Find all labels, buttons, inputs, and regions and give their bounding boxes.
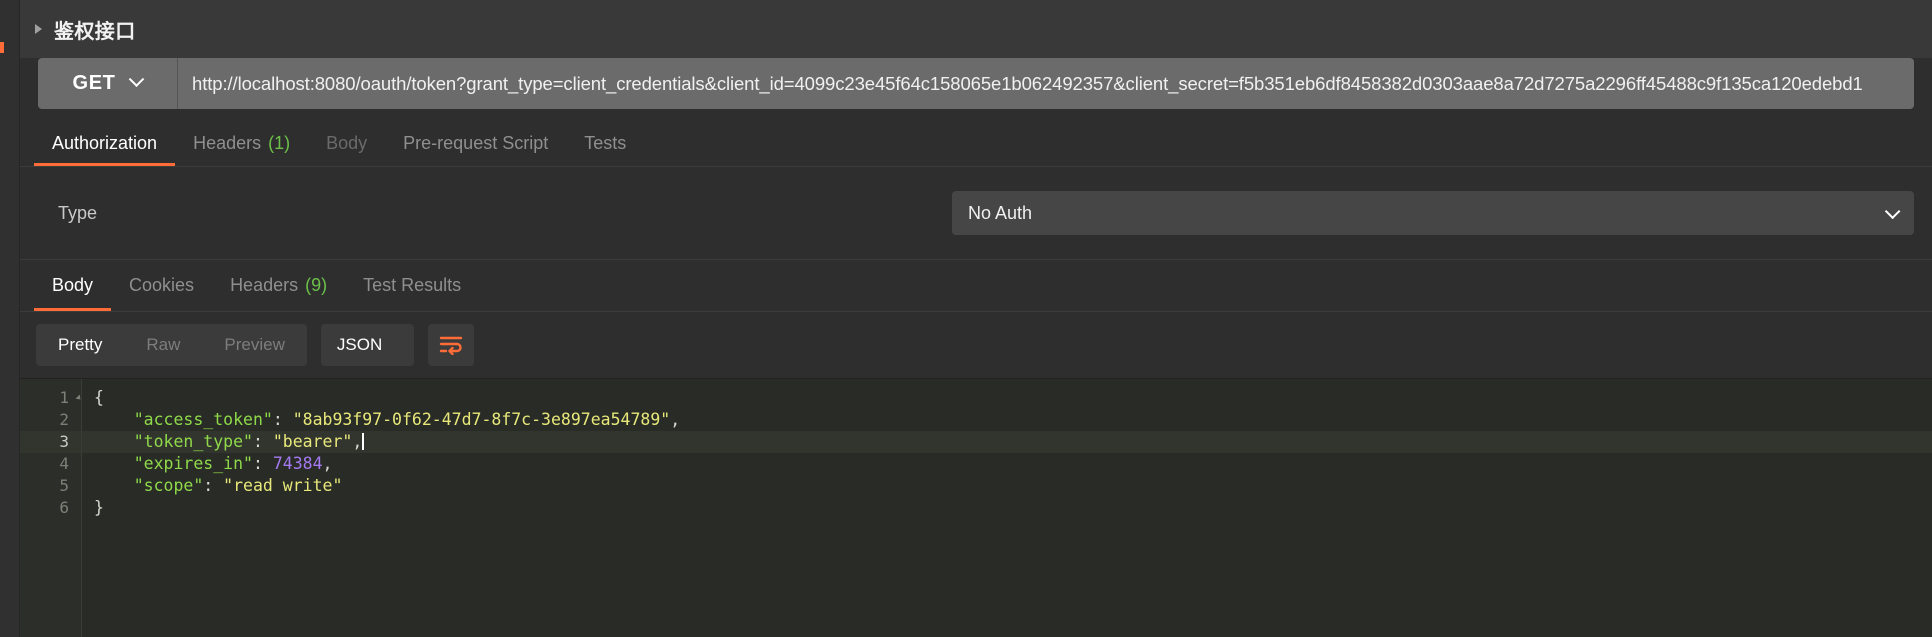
line-number-gutter: 123456: [20, 379, 83, 637]
main-content: 鉴权接口 GET http://localhost:8080/oauth/tok…: [20, 0, 1932, 637]
triangle-right-icon[interactable]: [35, 24, 42, 34]
line-number: 5: [59, 476, 69, 495]
line-number: 6: [59, 498, 69, 517]
url-input[interactable]: http://localhost:8080/oauth/token?grant_…: [178, 58, 1914, 109]
tab-body[interactable]: Body: [308, 120, 385, 166]
tab-cookies-label: Cookies: [129, 274, 195, 295]
tab-tests-label: Tests: [584, 132, 627, 153]
code-token: "expires_in": [133, 454, 253, 473]
response-tabs: Body Cookies Headers (9) Test Results: [20, 260, 1932, 312]
active-request-marker: [0, 42, 4, 53]
request-tabs: Authorization Headers (1) Body Pre-reque…: [20, 121, 1932, 167]
code-line: }: [82, 497, 1932, 519]
word-wrap-button[interactable]: [428, 324, 475, 366]
tab-headers-count: (1): [268, 132, 291, 153]
http-method-selector[interactable]: GET: [38, 58, 178, 109]
line-number: 2: [59, 410, 69, 429]
tab-response-headers-count: (9): [305, 274, 328, 295]
view-mode-preview[interactable]: Preview: [202, 324, 306, 366]
code-token: "8ab93f97-0f62-47d7-8f7c-3e897ea54789": [292, 410, 671, 429]
response-body-viewer: 123456 { "access_token": "8ab93f97-0f62-…: [20, 378, 1932, 637]
auth-type-select-wrapper: No Auth: [952, 191, 1914, 235]
code-token: :: [203, 476, 224, 495]
text-caret: [362, 433, 364, 450]
tab-test-results-label: Test Results: [363, 274, 462, 295]
code-token: "read write": [223, 476, 343, 495]
postman-window: 鉴权接口 GET http://localhost:8080/oauth/tok…: [0, 0, 1932, 637]
view-mode-pretty[interactable]: Pretty: [36, 324, 124, 366]
code-token: ,: [670, 410, 681, 429]
chevron-down-icon: [1884, 203, 1901, 219]
tab-pre-request-script[interactable]: Pre-request Script: [385, 120, 566, 166]
code-token: ,: [352, 432, 363, 451]
auth-type-value: No Auth: [968, 202, 1033, 223]
http-method-label: GET: [72, 72, 116, 94]
tab-body-label: Body: [326, 132, 368, 153]
code-token: "scope": [133, 476, 204, 495]
code-token: :: [272, 410, 293, 429]
code-token: ,: [322, 454, 333, 473]
tab-tests[interactable]: Tests: [566, 120, 644, 166]
code-token: }: [94, 498, 104, 517]
tab-headers-label: Headers: [193, 132, 262, 153]
auth-type-label: Type: [58, 202, 98, 223]
view-mode-raw-label: Raw: [146, 335, 181, 354]
tab-authorization-label: Authorization: [52, 132, 158, 153]
code-token: :: [252, 432, 273, 451]
view-mode-raw[interactable]: Raw: [124, 324, 202, 366]
line-number: 3: [20, 431, 81, 453]
response-language-value: JSON: [336, 335, 383, 354]
chevron-down-icon: [129, 71, 145, 88]
code-line: "token_type": "bearer",: [82, 431, 1932, 453]
line-number: 4: [59, 454, 69, 473]
code-line: "access_token": "8ab93f97-0f62-47d7-8f7c…: [82, 409, 1932, 431]
code-line: "expires_in": 74384,: [82, 453, 1932, 475]
view-mode-group: Pretty Raw Preview: [36, 324, 307, 366]
tab-authorization[interactable]: Authorization: [34, 120, 176, 166]
view-mode-pretty-label: Pretty: [58, 335, 103, 354]
tab-response-body[interactable]: Body: [34, 259, 112, 311]
word-wrap-icon: [440, 336, 463, 355]
view-mode-preview-label: Preview: [224, 335, 285, 354]
tab-cookies[interactable]: Cookies: [111, 259, 212, 311]
tab-response-body-label: Body: [52, 274, 94, 295]
response-format-toolbar: Pretty Raw Preview JSON: [20, 312, 1932, 378]
code-token: 74384: [272, 454, 323, 473]
left-sidebar-rail: [0, 0, 20, 637]
code-token: "token_type": [133, 432, 253, 451]
line-number: 1: [20, 387, 83, 409]
code-token: :: [252, 454, 273, 473]
request-title: 鉴权接口: [54, 20, 136, 43]
code-line: {: [82, 387, 1932, 409]
code-token: "bearer": [272, 432, 353, 451]
tab-pre-request-script-label: Pre-request Script: [403, 132, 549, 153]
tab-response-headers-label: Headers: [230, 274, 299, 295]
code-line: "scope": "read write": [82, 475, 1932, 497]
url-bar: GET http://localhost:8080/oauth/token?gr…: [38, 58, 1914, 109]
code-token: {: [94, 388, 104, 407]
code-token: "access_token": [133, 410, 273, 429]
auth-type-select[interactable]: No Auth: [952, 191, 1914, 235]
response-language-select[interactable]: JSON: [320, 324, 415, 366]
tab-headers[interactable]: Headers (1): [175, 120, 308, 166]
request-title-bar: 鉴权接口: [20, 0, 1932, 58]
horizontal-scrollbar[interactable]: [82, 631, 1932, 637]
tab-test-results[interactable]: Test Results: [345, 259, 479, 311]
tab-response-headers[interactable]: Headers (9): [212, 259, 345, 311]
authorization-pane: Type No Auth: [20, 167, 1932, 259]
response-body-code[interactable]: { "access_token": "8ab93f97-0f62-47d7-8f…: [82, 379, 1932, 637]
